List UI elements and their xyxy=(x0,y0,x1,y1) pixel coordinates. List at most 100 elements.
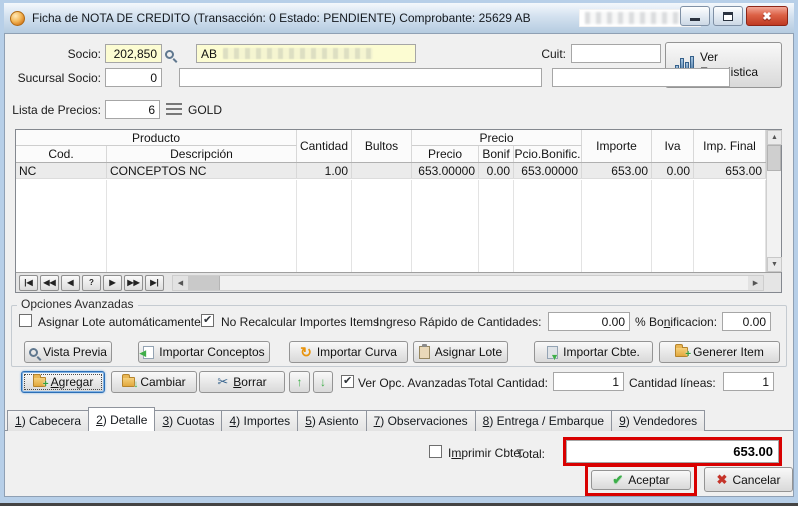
cuit-label: Cuit: xyxy=(501,47,566,61)
col-precio[interactable]: Precio xyxy=(412,146,479,162)
table-vertical-scrollbar[interactable]: ▲ ▼ xyxy=(766,130,781,272)
tab-vendedores[interactable]: 9) Vendedores xyxy=(611,410,705,431)
cantidad-lineas-input[interactable]: 1 xyxy=(723,372,774,391)
importar-cbte-button[interactable]: ▼ Importar Cbte. xyxy=(534,341,653,363)
col-iva[interactable]: Iva xyxy=(652,130,694,162)
scroll-down-button[interactable]: ▼ xyxy=(767,257,782,272)
total-annotation-box: 653.00 xyxy=(563,437,782,466)
nav-next-button[interactable]: ▶ xyxy=(103,275,122,291)
cancelar-button[interactable]: ✖ Cancelar xyxy=(704,467,793,492)
col-bonif[interactable]: Bonif xyxy=(479,146,514,162)
close-button[interactable]: ✖ xyxy=(746,6,788,26)
socio-name-text: AB xyxy=(201,47,217,61)
nav-first-button[interactable]: |◀ xyxy=(19,275,38,291)
ingreso-rapido-label: Ingreso Rápido de Cantidades: xyxy=(376,315,541,329)
sucursal-socio-label: Sucursal Socio: xyxy=(5,71,101,85)
folder-add-icon: + xyxy=(33,377,46,387)
cell-bultos xyxy=(352,163,412,178)
generer-item-button[interactable]: + Generer Item xyxy=(659,341,780,363)
table-row[interactable]: NC CONCEPTOS NC 1.00 653.00000 0.00 653.… xyxy=(16,163,766,179)
horizontal-scroll-track[interactable] xyxy=(220,276,748,290)
cell-pcio-bonific: 653.00000 xyxy=(514,163,582,178)
accept-check-icon: ✔ xyxy=(612,472,623,488)
imprimir-cbte-checkbox[interactable] xyxy=(429,445,442,458)
socio-input[interactable]: 202,850 xyxy=(105,44,162,63)
window-controls: ✖ xyxy=(680,6,788,26)
socio-search-button[interactable] xyxy=(165,46,185,63)
add-plus-icon: + xyxy=(43,379,49,390)
tab-observaciones[interactable]: 7) Observaciones xyxy=(366,410,476,431)
importar-conceptos-button[interactable]: ◀ Importar Conceptos xyxy=(138,341,270,363)
nav-last-button[interactable]: ▶| xyxy=(145,275,164,291)
col-cod[interactable]: Cod. xyxy=(16,146,107,162)
hscroll-right-button[interactable]: ▶ xyxy=(748,276,763,290)
asignar-lote-auto-checkbox[interactable] xyxy=(19,314,32,327)
minimize-icon xyxy=(690,18,700,21)
aceptar-button[interactable]: ✔ Aceptar xyxy=(591,470,691,490)
col-importe[interactable]: Importe xyxy=(582,130,652,162)
sucursal-socio-input[interactable]: 0 xyxy=(105,68,162,87)
agregar-button[interactable]: + Agregar xyxy=(21,371,105,393)
nav-prev-button[interactable]: ◀ xyxy=(61,275,80,291)
importar-conceptos-label: Importar Conceptos xyxy=(159,345,264,359)
lista-precios-name: GOLD xyxy=(188,103,222,117)
tab-cuotas[interactable]: 3) Cuotas xyxy=(154,410,222,431)
scissors-icon: ✂ xyxy=(217,374,228,390)
cuit-input[interactable] xyxy=(571,44,661,63)
price-list-menu-icon[interactable] xyxy=(166,103,182,115)
tab-detalle[interactable]: 2) Detalle xyxy=(88,407,155,431)
bonificacion-input[interactable]: 0.00 xyxy=(722,312,771,331)
asignar-lote-button[interactable]: Asignar Lote xyxy=(413,341,508,363)
col-cantidad[interactable]: Cantidad xyxy=(297,130,352,162)
table-horizontal-scrollbar[interactable]: ◀ ▶ xyxy=(172,275,764,291)
socio-extra-field-2[interactable] xyxy=(552,68,730,87)
plus-icon: + xyxy=(685,349,691,360)
move-down-button[interactable]: ↓ xyxy=(313,371,333,393)
maximize-button[interactable] xyxy=(713,6,743,26)
no-recalcular-label[interactable]: No Recalcular Importes Items xyxy=(221,315,379,329)
nav-help-button[interactable]: ? xyxy=(82,275,101,291)
ingreso-rapido-input[interactable]: 0.00 xyxy=(548,312,630,331)
move-up-button[interactable]: ↑ xyxy=(289,371,310,393)
total-value-field[interactable]: 653.00 xyxy=(566,440,779,463)
scroll-up-button[interactable]: ▲ xyxy=(767,130,782,145)
tab-asiento[interactable]: 5) Asiento xyxy=(297,410,366,431)
borrar-button[interactable]: ✂ Borrar xyxy=(199,371,285,393)
total-cantidad-input[interactable]: 1 xyxy=(553,372,624,391)
table-navigator: |◀ ◀◀ ◀ ? ▶ ▶▶ ▶| ◀ ▶ xyxy=(16,272,781,292)
nav-fast-prev-button[interactable]: ◀◀ xyxy=(40,275,59,291)
socio-name-input[interactable]: AB xyxy=(196,44,416,63)
ver-opc-avanzadas-label[interactable]: Ver Opc. Avanzadas xyxy=(358,376,467,390)
asignar-lote-auto-label[interactable]: Asignar Lote automáticamente xyxy=(38,315,201,329)
col-pcio-bonific[interactable]: Pcio.Bonific. xyxy=(514,146,582,162)
cambiar-button[interactable]: ↓ Cambiar xyxy=(111,371,197,393)
asignar-lote-label: Asignar Lote xyxy=(435,345,502,359)
cell-importe: 653.00 xyxy=(582,163,652,178)
cancelar-label: Cancelar xyxy=(732,473,780,487)
col-bultos[interactable]: Bultos xyxy=(352,130,412,162)
vista-previa-button[interactable]: Vista Previa xyxy=(24,341,112,363)
hscroll-left-button[interactable]: ◀ xyxy=(173,276,188,290)
nav-fast-next-button[interactable]: ▶▶ xyxy=(124,275,143,291)
no-recalcular-checkbox[interactable] xyxy=(201,314,214,327)
lista-precios-input[interactable]: 6 xyxy=(105,100,160,119)
importar-curva-button[interactable]: ↻ Importar Curva xyxy=(289,341,408,363)
col-group-producto: Producto xyxy=(16,130,297,146)
vertical-scroll-thumb[interactable] xyxy=(767,145,781,171)
app-icon xyxy=(10,11,25,26)
folder-change-icon: ↓ xyxy=(122,377,135,387)
tab-importes[interactable]: 4) Importes xyxy=(221,410,298,431)
minimize-button[interactable] xyxy=(680,6,710,26)
ver-opc-avanzadas-checkbox[interactable] xyxy=(341,375,354,388)
opciones-avanzadas-legend: Opciones Avanzadas xyxy=(17,297,138,311)
generer-item-label: Generer Item xyxy=(693,345,764,359)
tab-cabecera[interactable]: 1) Cabecera xyxy=(7,410,89,431)
col-imp-final[interactable]: Imp. Final xyxy=(694,130,766,162)
tab-entrega-embarque[interactable]: 8) Entrega / Embarque xyxy=(475,410,612,431)
horizontal-scroll-thumb[interactable] xyxy=(188,276,220,290)
col-descripcion[interactable]: Descripción xyxy=(107,146,297,162)
borrar-label: Borrar xyxy=(233,375,266,389)
agregar-label: Agregar xyxy=(51,375,94,389)
socio-extra-field-1[interactable] xyxy=(179,68,542,87)
import-document-icon: ◀ xyxy=(143,346,154,359)
